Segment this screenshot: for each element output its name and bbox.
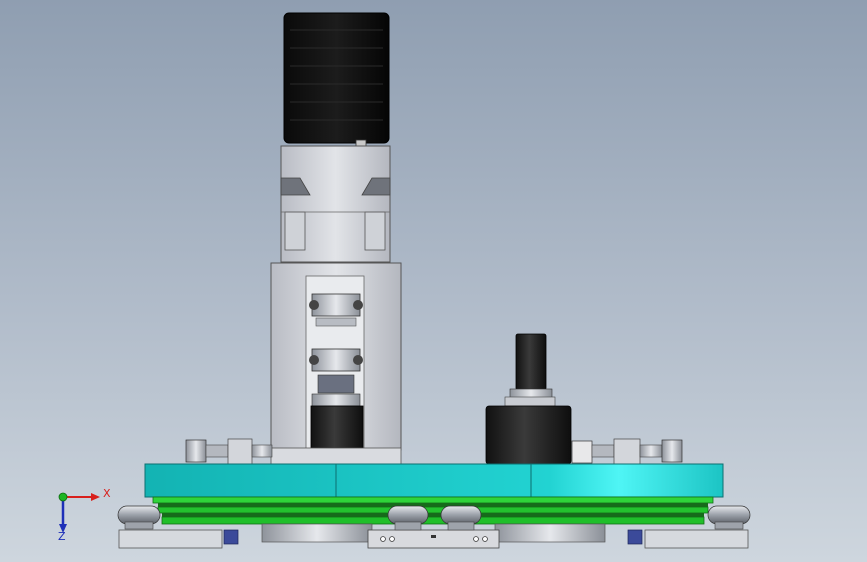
tension-bolt-left[interactable] <box>185 438 273 466</box>
green-belt-stack[interactable] <box>152 496 714 525</box>
tension-bolt-right[interactable] <box>571 438 683 466</box>
shaft-coupling-upper <box>309 293 363 317</box>
gearbox-housing[interactable] <box>280 145 391 263</box>
guide-roller-center-right[interactable] <box>440 505 482 531</box>
guide-roller-left[interactable] <box>117 505 161 530</box>
stepper-motor[interactable] <box>283 12 390 147</box>
teal-top-plate[interactable] <box>144 463 724 498</box>
coupling-frame[interactable] <box>270 262 402 465</box>
y-axis-dot <box>58 492 68 502</box>
shaft-coupling-lower <box>309 348 363 372</box>
guide-roller-center-left[interactable] <box>387 505 429 531</box>
lower-base[interactable] <box>118 523 749 549</box>
right-drive-shaft[interactable] <box>485 333 572 465</box>
x-axis-label: X <box>103 487 111 500</box>
z-axis-label: Z <box>58 530 66 543</box>
coordinate-triad <box>58 492 100 533</box>
cad-model-view[interactable] <box>0 0 867 562</box>
cad-viewport[interactable]: X Z <box>0 0 867 562</box>
guide-roller-right[interactable] <box>707 505 751 530</box>
